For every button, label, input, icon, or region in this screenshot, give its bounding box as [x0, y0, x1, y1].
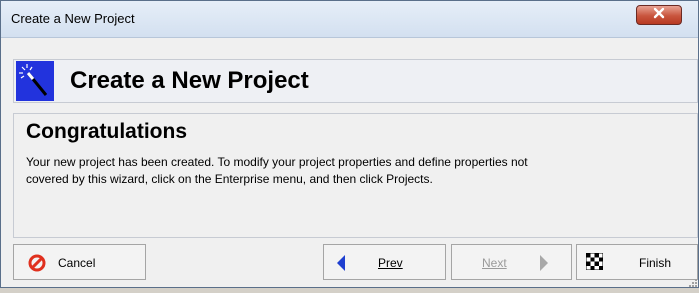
next-label: Next [482, 256, 507, 270]
wizard-title: Create a New Project [70, 67, 309, 94]
prev-label: Prev [378, 256, 403, 270]
wizard-header: Create a New Project [13, 59, 698, 103]
wizard-content: Congratulations Your new project has bee… [13, 113, 698, 238]
checkered-flag-icon [585, 252, 604, 273]
magic-wand-icon [16, 61, 54, 101]
page-heading: Congratulations [26, 120, 187, 143]
title-bar[interactable]: Create a New Project [1, 1, 698, 38]
close-button[interactable] [636, 5, 682, 25]
arrow-right-icon [539, 254, 549, 275]
description-text: Your new project has been created. To mo… [26, 154, 686, 188]
cancel-button[interactable]: Cancel [13, 244, 146, 280]
description-line-2: covered by this wizard, click on the Ent… [26, 172, 433, 186]
next-button[interactable]: Next [451, 244, 572, 280]
window-title: Create a New Project [11, 11, 135, 26]
wizard-window: Create a New Project Create a New Projec… [0, 0, 699, 288]
finish-label: Finish [639, 256, 672, 270]
close-x-icon [652, 6, 666, 24]
resize-grip[interactable] [686, 275, 698, 287]
finish-button[interactable]: Finish [576, 244, 698, 280]
cancel-label: Cancel [58, 256, 96, 270]
arrow-left-icon [336, 254, 346, 275]
description-line-1: Your new project has been created. To mo… [26, 155, 528, 169]
no-entry-icon [28, 254, 46, 275]
prev-button[interactable]: Prev [323, 244, 446, 280]
